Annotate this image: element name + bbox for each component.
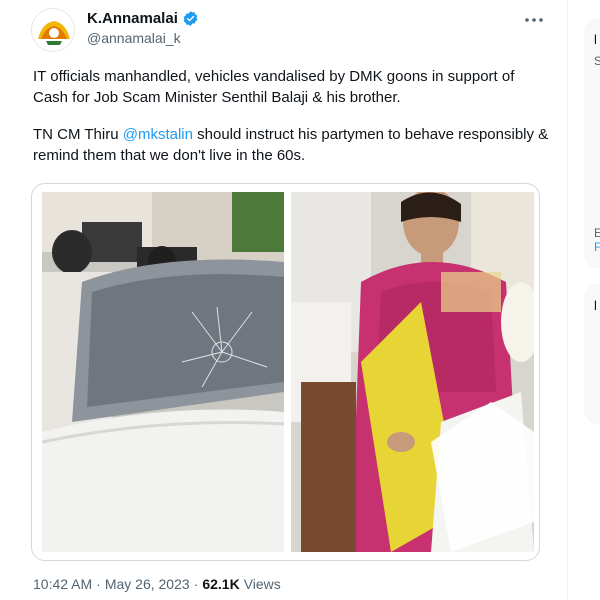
sidebar-letter-1: l bbox=[594, 32, 597, 47]
sidebar-letter-2: S bbox=[594, 54, 600, 68]
author-avatar[interactable] bbox=[31, 8, 75, 52]
sidebar-card[interactable]: l S E F bbox=[584, 18, 600, 268]
verified-badge-icon bbox=[183, 11, 198, 26]
tweet-text: IT officials manhandled, vehicles vandal… bbox=[33, 66, 553, 182]
tweet-paragraph-1: IT officials manhandled, vehicles vandal… bbox=[33, 68, 515, 106]
tweet-paragraph-2: TN CM Thiru @mkstalin should instruct hi… bbox=[33, 124, 553, 166]
damaged-car-photo[interactable] bbox=[42, 192, 284, 552]
views-label: Views bbox=[243, 576, 281, 592]
right-sidebar: l S E F l bbox=[576, 0, 600, 600]
views-count: 62.1K bbox=[202, 576, 240, 592]
column-divider bbox=[567, 0, 568, 600]
woman-with-papers-photo[interactable] bbox=[291, 192, 534, 552]
tweet-date[interactable]: May 26, 2023 bbox=[105, 576, 190, 592]
mention-link[interactable]: @mkstalin bbox=[123, 126, 193, 143]
sidebar-letter-4: F bbox=[594, 240, 600, 254]
media-grid bbox=[31, 183, 540, 561]
author-display-name[interactable]: K.Annamalai bbox=[87, 10, 178, 27]
more-dots-icon[interactable] bbox=[520, 8, 548, 32]
tweet-paragraph-2-start: TN CM Thiru bbox=[33, 126, 123, 143]
party-logo-icon bbox=[32, 9, 74, 51]
meta-separator: · bbox=[96, 576, 101, 592]
sidebar-letter-3: E bbox=[594, 226, 600, 240]
sidebar-letter-5: l bbox=[594, 298, 597, 313]
tweet-meta: 10:42 AM · May 26, 2023 · 62.1K Views bbox=[33, 576, 281, 592]
tweet-time[interactable]: 10:42 AM bbox=[33, 576, 92, 592]
author-handle[interactable]: @annamalai_k bbox=[87, 30, 181, 46]
tweet-card[interactable]: K.Annamalai @annamalai_k IT officials ma… bbox=[0, 0, 568, 600]
sidebar-card-2[interactable]: l bbox=[584, 284, 600, 424]
meta-separator-2: · bbox=[193, 576, 199, 592]
